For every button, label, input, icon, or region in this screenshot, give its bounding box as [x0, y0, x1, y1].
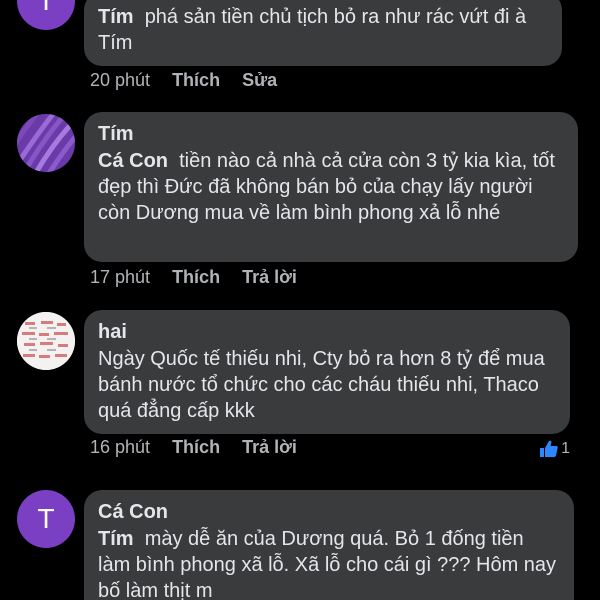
mention-link[interactable]: Cá Con — [98, 150, 168, 172]
like-button[interactable]: Thích — [172, 437, 220, 458]
timestamp[interactable]: 20 phút — [90, 70, 150, 91]
avatar[interactable]: T — [17, 490, 75, 548]
reaction-summary[interactable]: 1 — [539, 440, 570, 458]
comment-author[interactable]: Tím — [98, 122, 564, 146]
comment-bubble[interactable]: Cá Con Tím mày dễ ăn của Dương quá. Bỏ 1… — [84, 490, 574, 600]
comment-body: phá sản tiền chủ tịch bỏ ra như rác vứt … — [98, 6, 527, 54]
like-button[interactable]: Thích — [172, 267, 220, 288]
timestamp[interactable]: 16 phút — [90, 437, 150, 458]
comment-bubble[interactable]: hai Ngày Quốc tế thiếu nhi, Cty bỏ ra hơ… — [84, 310, 570, 434]
avatar-letter: T — [37, 503, 55, 534]
avatar-letter: T — [37, 0, 55, 16]
comment-text: Cá Con tiền nào cả nhà cả cửa còn 3 tỷ k… — [98, 148, 564, 226]
comment-author[interactable]: Cá Con — [98, 500, 560, 524]
comment-text: Tím mày dễ ăn của Dương quá. Bỏ 1 đống t… — [98, 526, 560, 600]
comment-actions: 17 phút Thích Trả lời — [90, 267, 319, 288]
pattern-photo — [17, 312, 75, 370]
comment-author[interactable]: hai — [98, 320, 556, 344]
comment-body: mày dễ ăn của Dương quá. Bỏ 1 đống tiền … — [98, 528, 557, 600]
reaction-count: 1 — [561, 440, 570, 457]
comment-text: Tím phá sản tiền chủ tịch bỏ ra như rác … — [98, 4, 548, 56]
avatar[interactable] — [17, 114, 75, 172]
edit-button[interactable]: Sửa — [242, 70, 277, 91]
reply-button[interactable]: Trả lời — [242, 267, 297, 288]
comment-actions: 20 phút Thích Sửa — [90, 70, 299, 91]
comment-body: Ngày Quốc tế thiếu nhi, Cty bỏ ra hơn 8 … — [98, 348, 545, 422]
reply-button[interactable]: Trả lời — [242, 437, 297, 458]
mention-link[interactable]: Tím — [98, 6, 134, 28]
lavender-field-photo — [17, 114, 75, 172]
comment-text: Ngày Quốc tế thiếu nhi, Cty bỏ ra hơn 8 … — [98, 346, 556, 424]
avatar[interactable]: T — [17, 0, 75, 30]
comment-bubble[interactable]: Tím phá sản tiền chủ tịch bỏ ra như rác … — [84, 0, 562, 66]
like-button[interactable]: Thích — [172, 70, 220, 91]
avatar[interactable] — [17, 312, 75, 370]
timestamp[interactable]: 17 phút — [90, 267, 150, 288]
like-thumb-icon — [540, 440, 558, 457]
comment-bubble[interactable]: Tím Cá Con tiền nào cả nhà cả cửa còn 3 … — [84, 112, 578, 262]
mention-link[interactable]: Tím — [98, 528, 134, 550]
comment-actions: 16 phút Thích Trả lời — [90, 437, 319, 458]
comment-thread: T Tím phá sản tiền chủ tịch bỏ ra như rá… — [0, 0, 600, 600]
